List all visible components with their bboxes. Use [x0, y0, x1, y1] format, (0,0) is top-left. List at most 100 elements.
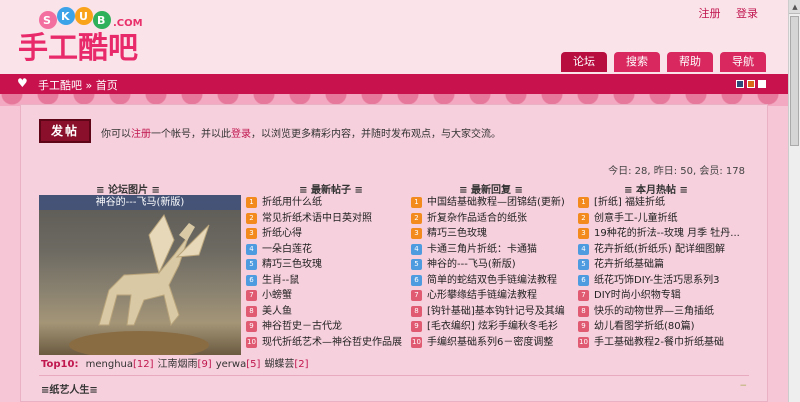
new-post-title[interactable]: 折纸心得 [262, 226, 302, 242]
hot-post-title[interactable]: 花卉折纸基础篇 [594, 257, 664, 273]
new-reply-title[interactable]: 神谷的---飞马(新版) [427, 257, 516, 273]
hot-post-title[interactable]: 幼儿看图学折纸(80篇) [594, 319, 695, 335]
breadcrumb-site[interactable]: 手工酷吧 [38, 79, 82, 92]
new-reply-title[interactable]: 折复杂作品适合的纸张 [427, 211, 527, 227]
hot-post-item[interactable]: 2 创意手工-儿童折纸 [578, 211, 753, 227]
hot-post-title[interactable]: 快乐的动物世界—三角插纸 [594, 304, 714, 320]
new-post-item[interactable]: 3 折纸心得 [246, 226, 406, 242]
style-dot-blue[interactable] [736, 80, 744, 88]
new-reply-title[interactable]: 心形攀缘结手链编法教程 [427, 288, 537, 304]
new-post-item[interactable]: 8 美人鱼 [246, 304, 406, 320]
scrollbar-thumb[interactable] [790, 16, 799, 146]
breadcrumb-separator: » [85, 79, 93, 92]
column-header-pics: ≡ 论坛图片 ≡ [96, 185, 160, 196]
new-reply-title[interactable]: [钩针基础]基本钩针记号及其编 [427, 304, 565, 320]
new-post-title[interactable]: 折纸用什么纸 [262, 195, 322, 211]
new-post-title[interactable]: 生肖--鼠 [262, 273, 299, 289]
hot-post-item[interactable]: 4 花卉折纸(折纸乐) 配详细图解 [578, 242, 753, 258]
new-reply-title[interactable]: 中国结基础教程—团锦结(更新) [427, 195, 565, 211]
hot-post-title[interactable]: 创意手工-儿童折纸 [594, 211, 678, 227]
new-post-button[interactable]: 发帖 [39, 119, 91, 143]
rank-badge-icon: 6 [411, 274, 422, 286]
svg-text:S: S [43, 14, 51, 27]
site-logo[interactable]: S K U B .COM 手工酷吧 [12, 6, 172, 68]
hot-post-item[interactable]: 6 纸花巧饰DIY-生活巧思系列3 [578, 273, 753, 289]
svg-text:B: B [97, 14, 105, 27]
new-reply-item[interactable]: 10 手编织基础系列6－密度调整 [411, 335, 571, 351]
style-dot-orange[interactable] [747, 80, 755, 88]
tab-help[interactable]: 帮助 [667, 52, 713, 72]
new-post-title[interactable]: 美人鱼 [262, 304, 292, 320]
hot-post-title[interactable]: [折纸] 福娃折纸 [594, 195, 665, 211]
hot-post-title[interactable]: 纸花巧饰DIY-生活巧思系列3 [594, 273, 720, 289]
new-reply-title[interactable]: 手编织基础系列6－密度调整 [427, 335, 553, 351]
tab-search[interactable]: 搜索 [614, 52, 660, 72]
new-post-title[interactable]: 小螃蟹 [262, 288, 292, 304]
login-link[interactable]: 登录 [736, 7, 758, 20]
rank-badge-icon: 4 [246, 243, 257, 255]
new-reply-item[interactable]: 8 [钩针基础]基本钩针记号及其编 [411, 304, 571, 320]
new-post-item[interactable]: 1 折纸用什么纸 [246, 195, 406, 211]
new-reply-item[interactable]: 1 中国结基础教程—团锦结(更新) [411, 195, 571, 211]
hot-post-title[interactable]: 手工基础教程2-餐巾折纸基础 [594, 335, 724, 351]
top10-user-name[interactable]: menghua [86, 359, 133, 370]
hot-post-item[interactable]: 8 快乐的动物世界—三角插纸 [578, 304, 753, 320]
rank-badge-icon: 10 [578, 336, 589, 348]
new-reply-title[interactable]: 卡通三角片折纸：卡通猫 [427, 242, 537, 258]
hot-post-item[interactable]: 10 手工基础教程2-餐巾折纸基础 [578, 335, 753, 351]
featured-photo[interactable]: 神谷的---飞马(新版) [39, 195, 241, 355]
register-link[interactable]: 注册 [699, 7, 721, 20]
welcome-register-link[interactable]: 注册 [131, 129, 151, 140]
new-post-title[interactable]: 一朵白莲花 [262, 242, 312, 258]
new-reply-title[interactable]: 精巧三色玫瑰 [427, 226, 487, 242]
hot-post-title[interactable]: DIY时尚小织物专辑 [594, 288, 681, 304]
new-reply-item[interactable]: 9 [毛衣编织] 炫彩手编秋冬毛衫 [411, 319, 571, 335]
hot-post-item[interactable]: 9 幼儿看图学折纸(80篇) [578, 319, 753, 335]
new-post-title[interactable]: 精巧三色玫瑰 [262, 257, 322, 273]
breadcrumb-current[interactable]: 首页 [96, 79, 118, 92]
rank-badge-icon: 1 [411, 197, 422, 209]
hot-post-item[interactable]: 5 花卉折纸基础篇 [578, 257, 753, 273]
new-reply-item[interactable]: 4 卡通三角片折纸：卡通猫 [411, 242, 571, 258]
svg-text:K: K [61, 10, 70, 23]
rank-badge-icon: 3 [411, 228, 422, 240]
new-reply-item[interactable]: 7 心形攀缘结手链编法教程 [411, 288, 571, 304]
top10-user-list: menghua[12] 江南烟雨[9] yerwa[5] 蝴蝶芸[2] [82, 359, 309, 370]
new-post-item[interactable]: 9 神谷哲史－古代龙 [246, 319, 406, 335]
new-post-title[interactable]: 现代折纸艺术—神谷哲史作品展 [262, 335, 402, 351]
tab-forum[interactable]: 论坛 [561, 52, 607, 72]
new-post-item[interactable]: 7 小螃蟹 [246, 288, 406, 304]
top10-user-name[interactable]: 江南烟雨 [158, 359, 198, 370]
new-post-item[interactable]: 2 常见折纸术语中日英对照 [246, 211, 406, 227]
new-post-title[interactable]: 神谷哲史－古代龙 [262, 319, 342, 335]
hot-post-title[interactable]: 19种花的折法--玫瑰 月季 牡丹... [594, 226, 740, 242]
new-post-item[interactable]: 10 现代折纸艺术—神谷哲史作品展 [246, 335, 406, 351]
rank-badge-icon: 3 [246, 228, 257, 240]
top10-user-name[interactable]: yerwa [216, 359, 247, 370]
hot-post-item[interactable]: 3 19种花的折法--玫瑰 月季 牡丹... [578, 226, 753, 242]
new-reply-item[interactable]: 3 精巧三色玫瑰 [411, 226, 571, 242]
new-post-item[interactable]: 6 生肖--鼠 [246, 273, 406, 289]
style-switcher [733, 80, 766, 88]
collapse-icon[interactable]: − [739, 381, 747, 391]
new-post-title[interactable]: 常见折纸术语中日英对照 [262, 211, 372, 227]
tab-navigation[interactable]: 导航 [720, 52, 766, 72]
scroll-up-icon[interactable]: ▲ [789, 0, 800, 14]
new-reply-item[interactable]: 6 简单的蛇结双色手链编法教程 [411, 273, 571, 289]
welcome-login-link[interactable]: 登录 [231, 129, 251, 140]
new-post-item[interactable]: 4 一朵白莲花 [246, 242, 406, 258]
new-reply-title[interactable]: 简单的蛇结双色手链编法教程 [427, 273, 557, 289]
hot-post-title[interactable]: 花卉折纸(折纸乐) 配详细图解 [594, 242, 725, 258]
scrollbar[interactable]: ▲ [788, 0, 800, 402]
new-reply-item[interactable]: 2 折复杂作品适合的纸张 [411, 211, 571, 227]
style-dot-white[interactable] [758, 80, 766, 88]
top10-user-name[interactable]: 蝴蝶芸 [264, 359, 294, 370]
hot-post-item[interactable]: 1 [折纸] 福娃折纸 [578, 195, 753, 211]
new-post-item[interactable]: 5 精巧三色玫瑰 [246, 257, 406, 273]
rank-badge-icon: 9 [411, 321, 422, 333]
hot-post-item[interactable]: 7 DIY时尚小织物专辑 [578, 288, 753, 304]
top10-users: Top10: menghua[12] 江南烟雨[9] yerwa[5] 蝴蝶芸[2] [41, 355, 309, 370]
rank-badge-icon: 9 [246, 321, 257, 333]
new-reply-title[interactable]: [毛衣编织] 炫彩手编秋冬毛衫 [427, 319, 558, 335]
new-reply-item[interactable]: 5 神谷的---飞马(新版) [411, 257, 571, 273]
